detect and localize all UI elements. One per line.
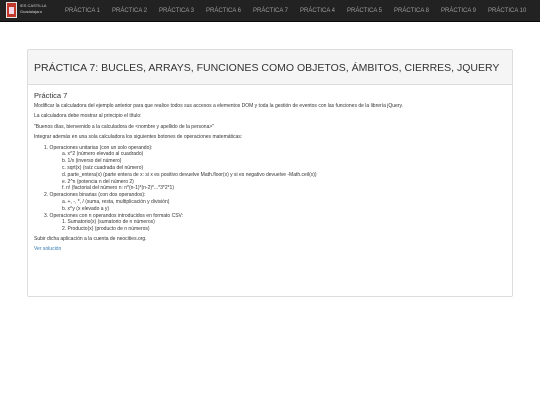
list-subitem: b. x^y (x elevado a y) [62,205,110,212]
practice-subtitle: Práctica 7 [34,91,68,100]
list-subitem: e. 2^n (potencia n del número 2) [62,178,134,185]
paragraph-title-note: La calculadora debe mostrar al principio… [34,113,142,120]
list-subitem: a. x^2 (número elevado al cuadrado) [62,151,144,158]
nav-item-practica-2[interactable]: PRÁCTICA 2 [112,0,147,22]
list-item: 1. Operaciones unitarias (con un solo op… [44,144,153,151]
nav-item-practica-6[interactable]: PRÁCTICA 6 [206,0,241,22]
nav-item-practica-5[interactable]: PRÁCTICA 5 [347,0,382,22]
nav-item-practica-4[interactable]: PRÁCTICA 4 [300,0,335,22]
list-item: 2. Operaciones binarias (con dos operand… [44,192,146,199]
nav-item-practica-8[interactable]: PRÁCTICA 8 [394,0,429,22]
nav-item-practica-3[interactable]: PRÁCTICA 3 [159,0,194,22]
paragraph-greeting: "Buenos días, bienvenido a la calculador… [34,123,215,130]
brand-city: Guadalajara [20,9,42,14]
panel-heading: PRÁCTICA 7: BUCLES, ARRAYS, FUNCIONES CO… [28,50,512,85]
list-subitem: 2. Producto(x) (producto de n números) [62,226,150,233]
list-subitem: c. sqrt(x) (raíz cuadrada del número) [62,164,144,171]
paragraph-buttons-intro: Integrar además en una sola calculadora … [34,134,243,141]
brand-name: IES CASTILLA [20,3,47,8]
list-item: 3. Operaciones con n operandos introduci… [44,212,184,219]
nav-item-practica-7[interactable]: PRÁCTICA 7 [253,0,288,22]
list-subitem: a. +, -, *, / (suma, resta, multiplicaci… [62,198,170,205]
operations-list: 1. Operaciones unitarias (con un solo op… [34,145,512,233]
panel-body: Práctica 7 Modificar la calculadora del … [28,85,512,253]
school-logo-icon [6,2,17,18]
list-subitem: d. parte_entera(x) (parte entera de x: s… [62,171,317,178]
view-solution-link[interactable]: Ver solución [34,246,61,252]
practice-panel: PRÁCTICA 7: BUCLES, ARRAYS, FUNCIONES CO… [27,49,513,297]
brand[interactable]: IES CASTILLA Guadalajara [4,1,56,21]
list-subitem: f. n! (factorial del número n: n*(n-1)*(… [62,185,174,192]
paragraph-upload: Subir dicha aplicación a la cuenta de ne… [34,235,147,242]
nav-item-practica-10[interactable]: PRÁCTICA 10 [488,0,526,22]
nav-item-practica-1[interactable]: PRÁCTICA 1 [65,0,100,22]
list-subitem: 1. Sumatorio(x) (sumatorio de n números) [62,219,155,226]
paragraph-intro: Modificar la calculadora del ejemplo ant… [34,103,403,109]
list-subitem: b. 1/x (inverso del número) [62,158,122,165]
nav-item-practica-9[interactable]: PRÁCTICA 9 [441,0,476,22]
top-navbar: IES CASTILLA Guadalajara PRÁCTICA 1 PRÁC… [0,0,540,22]
